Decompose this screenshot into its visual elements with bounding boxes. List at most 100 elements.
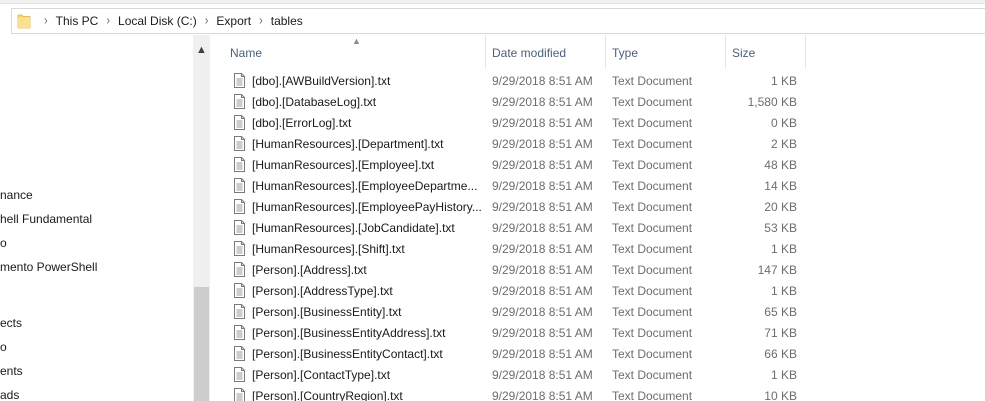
- file-date-modified: 9/29/2018 8:51 AM: [492, 74, 593, 88]
- file-name[interactable]: [HumanResources].[EmployeeDepartme...: [252, 176, 482, 197]
- chevron-right-icon[interactable]: ›: [259, 14, 263, 28]
- file-name[interactable]: [Person].[BusinessEntityContact].txt: [252, 344, 482, 365]
- file-row[interactable]: [Person].[BusinessEntity].txt 9/29/2018 8…: [210, 302, 985, 323]
- file-row[interactable]: [HumanResources].[Shift].txt 9/29/2018 8:…: [210, 239, 985, 260]
- file-type: Text Document: [612, 74, 693, 88]
- file-name[interactable]: [HumanResources].[JobCandidate].txt: [252, 218, 482, 239]
- file-date-modified: 9/29/2018 8:51 AM: [492, 158, 593, 172]
- file-date-modified: 9/29/2018 8:51 AM: [492, 389, 593, 401]
- file-date-modified: 9/29/2018 8:51 AM: [492, 137, 593, 151]
- file-row[interactable]: [HumanResources].[Employee].txt 9/29/2018…: [210, 155, 985, 176]
- file-type: Text Document: [612, 263, 693, 277]
- text-file-icon: [234, 178, 245, 193]
- file-type: Text Document: [612, 221, 693, 235]
- file-date-modified: 9/29/2018 8:51 AM: [492, 179, 593, 193]
- chevron-right-icon[interactable]: ›: [205, 14, 209, 28]
- text-file-icon: [234, 367, 245, 382]
- text-file-icon: [234, 283, 245, 298]
- text-file-icon: [234, 220, 245, 235]
- file-date-modified: 9/29/2018 8:51 AM: [492, 116, 593, 130]
- file-type: Text Document: [612, 389, 693, 401]
- file-type: Text Document: [612, 158, 693, 172]
- file-name[interactable]: [Person].[Address].txt: [252, 260, 482, 281]
- file-name[interactable]: [Person].[ContactType].txt: [252, 365, 482, 386]
- nav-scrollbar[interactable]: ▲: [193, 35, 210, 401]
- file-size: 1 KB: [770, 284, 797, 298]
- text-file-icon: [234, 241, 245, 256]
- file-name[interactable]: [HumanResources].[Employee].txt: [252, 155, 482, 176]
- file-row[interactable]: [Person].[Address].txt 9/29/2018 8:51 AM T…: [210, 260, 985, 281]
- file-date-modified: 9/29/2018 8:51 AM: [492, 326, 593, 340]
- scroll-up-icon[interactable]: ▲: [193, 35, 210, 63]
- breadcrumb-tables[interactable]: tables: [271, 14, 303, 28]
- file-row[interactable]: [HumanResources].[EmployeePayHistory... 9…: [210, 197, 985, 218]
- text-file-icon: [234, 325, 245, 340]
- column-header-size[interactable]: Size: [726, 35, 806, 69]
- file-name[interactable]: [Person].[BusinessEntity].txt: [252, 302, 482, 323]
- file-name[interactable]: [HumanResources].[Department].txt: [252, 134, 482, 155]
- file-date-modified: 9/29/2018 8:51 AM: [492, 368, 593, 382]
- column-header-date-modified[interactable]: Date modified: [486, 35, 606, 69]
- text-file-icon: [234, 388, 245, 401]
- file-date-modified: 9/29/2018 8:51 AM: [492, 284, 593, 298]
- file-name[interactable]: [Person].[BusinessEntityAddress].txt: [252, 323, 482, 344]
- file-name[interactable]: [Person].[CountryRegion].txt: [252, 386, 482, 401]
- breadcrumb-this-pc[interactable]: This PC: [56, 14, 99, 28]
- text-file-icon: [234, 157, 245, 172]
- text-file-icon: [234, 73, 245, 88]
- file-size: 0 KB: [770, 116, 797, 130]
- column-header-type[interactable]: Type: [606, 35, 726, 69]
- file-date-modified: 9/29/2018 8:51 AM: [492, 263, 593, 277]
- column-header-name[interactable]: Name: [222, 35, 486, 69]
- file-row[interactable]: [Person].[BusinessEntityContact].txt 9/29…: [210, 344, 985, 365]
- text-file-icon: [234, 115, 245, 130]
- scrollbar-thumb[interactable]: [194, 287, 209, 401]
- nav-item[interactable]: ads: [0, 388, 19, 401]
- nav-item[interactable]: mento PowerShell: [0, 260, 97, 274]
- nav-item[interactable]: ects: [0, 316, 22, 330]
- file-list: [dbo].[AWBuildVersion].txt 9/29/2018 8:51…: [210, 71, 985, 401]
- breadcrumb-export[interactable]: Export: [216, 14, 251, 28]
- nav-item[interactable]: o: [0, 236, 7, 250]
- file-type: Text Document: [612, 179, 693, 193]
- file-name[interactable]: [Person].[AddressType].txt: [252, 281, 482, 302]
- file-type: Text Document: [612, 200, 693, 214]
- file-row[interactable]: [Person].[CountryRegion].txt 9/29/2018 8:…: [210, 386, 985, 401]
- breadcrumb-local-disk[interactable]: Local Disk (C:): [118, 14, 197, 28]
- text-file-icon: [234, 304, 245, 319]
- text-file-icon: [234, 94, 245, 109]
- nav-item[interactable]: ents: [0, 364, 23, 378]
- file-size: 53 KB: [764, 221, 797, 235]
- file-size: 71 KB: [764, 326, 797, 340]
- window-top-edge: [0, 0, 985, 4]
- file-row[interactable]: [HumanResources].[Department].txt 9/29/20…: [210, 134, 985, 155]
- file-name[interactable]: [dbo].[AWBuildVersion].txt: [252, 71, 482, 92]
- file-size: 14 KB: [764, 179, 797, 193]
- file-type: Text Document: [612, 368, 693, 382]
- chevron-right-icon[interactable]: ›: [106, 14, 110, 28]
- file-type: Text Document: [612, 326, 693, 340]
- column-headers: ▲ Name Date modified Type Size: [210, 35, 985, 69]
- file-type: Text Document: [612, 284, 693, 298]
- file-row[interactable]: [dbo].[AWBuildVersion].txt 9/29/2018 8:51…: [210, 71, 985, 92]
- file-name[interactable]: [dbo].[ErrorLog].txt: [252, 113, 482, 134]
- nav-item[interactable]: nance: [0, 188, 33, 202]
- file-row[interactable]: [Person].[AddressType].txt 9/29/2018 8:51…: [210, 281, 985, 302]
- file-row[interactable]: [dbo].[DatabaseLog].txt 9/29/2018 8:51 AM…: [210, 92, 985, 113]
- chevron-right-icon[interactable]: ›: [44, 14, 48, 28]
- file-type: Text Document: [612, 305, 693, 319]
- nav-item[interactable]: hell Fundamental: [0, 212, 92, 226]
- text-file-icon: [234, 346, 245, 361]
- nav-item[interactable]: o: [0, 340, 7, 354]
- file-row[interactable]: [dbo].[ErrorLog].txt 9/29/2018 8:51 AM Tex…: [210, 113, 985, 134]
- text-file-icon: [234, 136, 245, 151]
- address-bar[interactable]: › This PC › Local Disk (C:) › Export › t…: [11, 8, 985, 34]
- file-row[interactable]: [Person].[BusinessEntityAddress].txt 9/29…: [210, 323, 985, 344]
- file-row[interactable]: [HumanResources].[EmployeeDepartme... 9/2…: [210, 176, 985, 197]
- file-row[interactable]: [Person].[ContactType].txt 9/29/2018 8:51…: [210, 365, 985, 386]
- file-date-modified: 9/29/2018 8:51 AM: [492, 305, 593, 319]
- file-name[interactable]: [HumanResources].[EmployeePayHistory...: [252, 197, 482, 218]
- file-name[interactable]: [HumanResources].[Shift].txt: [252, 239, 482, 260]
- file-row[interactable]: [HumanResources].[JobCandidate].txt 9/29/…: [210, 218, 985, 239]
- file-name[interactable]: [dbo].[DatabaseLog].txt: [252, 92, 482, 113]
